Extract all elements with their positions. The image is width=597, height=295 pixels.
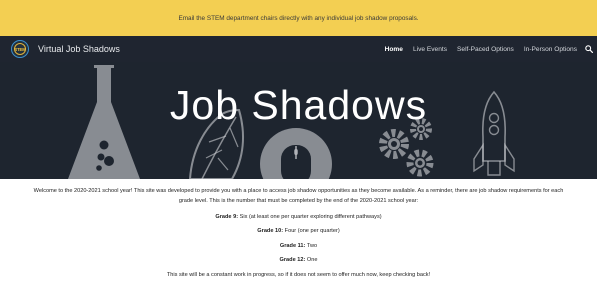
nav-links: Home Live Events Self-Paced Options In-P…: [375, 45, 593, 53]
nav-link-live-events[interactable]: Live Events: [413, 46, 447, 53]
site-logo[interactable]: STEM: [11, 40, 29, 58]
logo-text: STEM: [14, 46, 26, 52]
nav-link-home[interactable]: Home: [385, 46, 403, 53]
announcement-bar: Email the STEM department chairs directl…: [0, 0, 597, 36]
hero-banner: Job Shadows: [0, 62, 597, 179]
nav-link-self-paced-options[interactable]: Self-Paced Options: [457, 46, 514, 53]
grade-requirement-9: Grade 9: Six (at least one per quarter e…: [0, 214, 597, 221]
grade-value: Four (one per quarter): [283, 228, 340, 234]
grade-label: Grade 11:: [279, 242, 306, 249]
grade-value: Six (at least one per quarter exploring …: [238, 213, 382, 220]
intro-paragraph: Welcome to the 2020-2021 school year! Th…: [33, 188, 564, 204]
mouse-icon: [260, 128, 332, 179]
grade-value: Two: [305, 242, 318, 249]
grade-value: One: [305, 257, 318, 263]
grade-label: Grade 12:: [279, 257, 306, 263]
announcement-text: Email the STEM department chairs directl…: [178, 14, 419, 22]
hero-title: Job Shadows: [169, 82, 428, 128]
main-content: Welcome to the 2020-2021 school year! Th…: [0, 179, 597, 278]
grade-label: Grade 10:: [257, 228, 284, 234]
grade-label: Grade 9:: [215, 213, 239, 220]
search-icon[interactable]: [585, 45, 593, 53]
grade-requirement-11: Grade 11: Two: [0, 243, 597, 250]
nav-link-in-person-options[interactable]: In-Person Options: [524, 46, 577, 53]
top-navbar: STEM Virtual Job Shadows Home Live Event…: [0, 36, 597, 62]
grade-requirement-12: Grade 12: One: [0, 257, 597, 264]
grade-requirement-10: Grade 10: Four (one per quarter): [0, 228, 597, 235]
site-title[interactable]: Virtual Job Shadows: [38, 44, 120, 54]
footer-note: This site will be a constant work in pro…: [166, 271, 431, 278]
